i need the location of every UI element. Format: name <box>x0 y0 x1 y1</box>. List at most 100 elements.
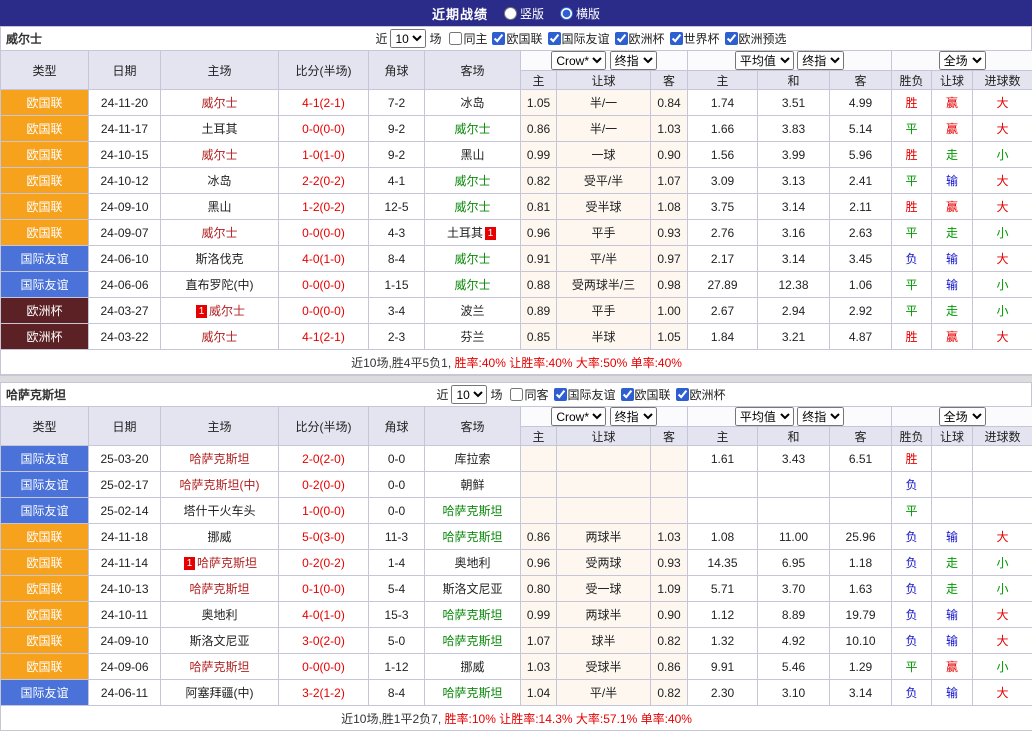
scope-select[interactable]: 全场 <box>939 407 986 426</box>
filter-option[interactable]: 欧国联 <box>621 386 671 403</box>
result-handicap: 赢 <box>932 116 973 142</box>
avg-odds-away: 1.29 <box>830 654 892 680</box>
header-odds-handicap: 让球 <box>557 427 651 446</box>
filter-option[interactable]: 欧洲杯 <box>676 386 726 403</box>
crown-handicap: 两球半 <box>557 524 651 550</box>
home-team: 直布罗陀(中) <box>161 272 279 298</box>
filter-option[interactable]: 世界杯 <box>670 30 720 47</box>
crown-odds-home: 1.04 <box>521 680 557 706</box>
scope-select[interactable]: 全场 <box>939 51 986 70</box>
crown-odds-home <box>521 472 557 498</box>
avg-source-select[interactable]: 平均值 <box>735 407 794 426</box>
avg-time-select[interactable]: 终指 <box>797 51 844 70</box>
filter-checkbox[interactable] <box>449 32 462 45</box>
corner-score: 0-0 <box>369 446 425 472</box>
odds-time-select[interactable]: 终指 <box>610 407 657 426</box>
home-team: 哈萨克斯坦 <box>161 576 279 602</box>
match-count-select[interactable]: 10 <box>451 385 487 404</box>
filter-option[interactable]: 欧国联 <box>492 30 542 47</box>
avg-odds-home: 2.67 <box>688 298 758 324</box>
horizontal-layout-radio[interactable] <box>560 7 573 20</box>
crown-odds-away: 0.90 <box>651 602 688 628</box>
filter-checkbox[interactable] <box>615 32 628 45</box>
avg-odds-home: 1.08 <box>688 524 758 550</box>
filter-games-label: 场 <box>429 30 441 47</box>
filter-option[interactable]: 欧洲预选 <box>725 30 787 47</box>
team-name: 冰岛 <box>207 174 231 188</box>
filter-checkbox[interactable] <box>548 32 561 45</box>
avg-odds-draw: 4.92 <box>758 628 830 654</box>
filter-checkbox[interactable] <box>725 32 738 45</box>
avg-odds-away: 1.06 <box>830 272 892 298</box>
team-section-kazakhstan: 哈萨克斯坦 近 10 场 同客国际友谊欧国联欧洲杯 类型 日期 主场 比分(半场… <box>0 382 1032 731</box>
avg-odds-home: 1.56 <box>688 142 758 168</box>
avg-source-select[interactable]: 平均值 <box>735 51 794 70</box>
filter-checkbox[interactable] <box>492 32 505 45</box>
header-avg-away: 客 <box>830 427 892 446</box>
league-badge: 国际友谊 <box>1 272 89 298</box>
result-goals: 大 <box>973 246 1032 272</box>
match-row: 欧国联24-11-20威尔士4-1(2-1)7-2冰岛1.05半/一0.841.… <box>1 90 1032 116</box>
filter-checkbox[interactable] <box>554 388 567 401</box>
match-date: 24-06-10 <box>89 246 161 272</box>
match-count-select[interactable]: 10 <box>390 29 426 48</box>
match-date: 24-10-11 <box>89 602 161 628</box>
avg-time-select[interactable]: 终指 <box>797 407 844 426</box>
vertical-layout-radio[interactable] <box>504 7 517 20</box>
team-name: 直布罗陀(中) <box>186 278 254 292</box>
home-team: 阿塞拜疆(中) <box>161 680 279 706</box>
result-handicap: 走 <box>932 220 973 246</box>
avg-odds-home: 1.84 <box>688 324 758 350</box>
avg-odds-home: 2.76 <box>688 220 758 246</box>
result-goals: 小 <box>973 550 1032 576</box>
filter-option[interactable]: 同主 <box>449 30 487 47</box>
crown-handicap: 半/一 <box>557 116 651 142</box>
match-row: 欧国联24-09-10斯洛文尼亚3-0(2-0)5-0哈萨克斯坦1.07球半0.… <box>1 628 1032 654</box>
odds-time-select[interactable]: 终指 <box>610 51 657 70</box>
filter-checkbox[interactable] <box>510 388 523 401</box>
filter-checkbox[interactable] <box>621 388 634 401</box>
crown-handicap: 平手 <box>557 298 651 324</box>
avg-odds-home: 14.35 <box>688 550 758 576</box>
filter-checkbox[interactable] <box>670 32 683 45</box>
avg-odds-draw: 12.38 <box>758 272 830 298</box>
filter-option[interactable]: 同客 <box>510 386 548 403</box>
filter-option-label: 世界杯 <box>684 30 720 47</box>
header-avg-draw: 和 <box>758 71 830 90</box>
filter-option-label: 欧国联 <box>635 386 671 403</box>
filter-option[interactable]: 国际友谊 <box>554 386 616 403</box>
result-goals: 小 <box>973 576 1032 602</box>
layout-option-horizontal[interactable]: 横版 <box>560 5 600 22</box>
filter-option[interactable]: 国际友谊 <box>548 30 610 47</box>
result-outcome: 平 <box>892 168 932 194</box>
crown-odds-away <box>651 446 688 472</box>
header-avg-home: 主 <box>688 427 758 446</box>
score: 2-0(2-0) <box>279 446 369 472</box>
section-header: 威尔士 近 10 场 同主欧国联国际友谊欧洲杯世界杯欧洲预选 <box>0 26 1032 50</box>
corner-score: 8-4 <box>369 680 425 706</box>
avg-odds-away: 19.79 <box>830 602 892 628</box>
league-badge: 欧国联 <box>1 628 89 654</box>
away-team: 哈萨克斯坦 <box>425 498 521 524</box>
filter-option[interactable]: 欧洲杯 <box>615 30 665 47</box>
home-team: 威尔士 <box>161 324 279 350</box>
match-date: 24-03-22 <box>89 324 161 350</box>
corner-score: 7-2 <box>369 90 425 116</box>
crown-odds-away: 0.86 <box>651 654 688 680</box>
team-name: 威尔士 <box>209 304 245 318</box>
result-outcome: 负 <box>892 524 932 550</box>
result-outcome: 平 <box>892 498 932 524</box>
home-team: 斯洛文尼亚 <box>161 628 279 654</box>
odds-source-select[interactable]: Crow* <box>551 407 606 426</box>
avg-odds-draw: 3.14 <box>758 246 830 272</box>
layout-option-vertical[interactable]: 竖版 <box>504 5 544 22</box>
match-date: 24-11-17 <box>89 116 161 142</box>
corner-score: 11-3 <box>369 524 425 550</box>
match-row: 国际友谊25-02-17哈萨克斯坦(中)0-2(0-0)0-0朝鲜负 <box>1 472 1032 498</box>
header-avg-home: 主 <box>688 71 758 90</box>
avg-odds-draw: 6.95 <box>758 550 830 576</box>
odds-source-select[interactable]: Crow* <box>551 51 606 70</box>
filter-checkbox[interactable] <box>676 388 689 401</box>
crown-odds-home: 0.85 <box>521 324 557 350</box>
avg-odds-draw: 3.43 <box>758 446 830 472</box>
